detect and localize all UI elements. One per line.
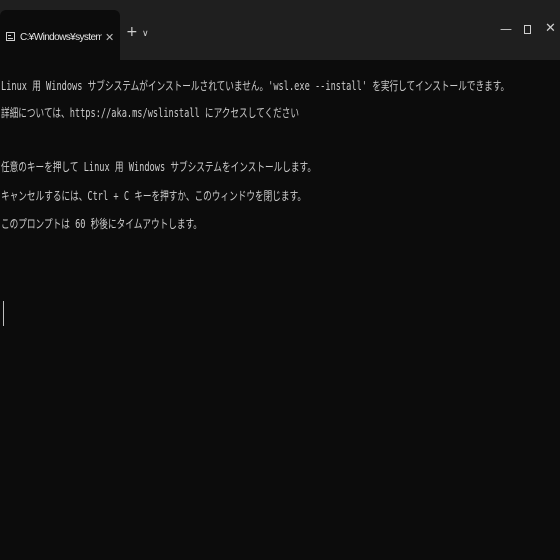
terminal-line: キャンセルするには、Ctrl + C キーを押すか、このウィンドウを閉じます。 — [1, 189, 306, 203]
minimize-button[interactable]: — — [500, 22, 512, 36]
new-tab-button[interactable]: + — [126, 25, 138, 39]
terminal-output[interactable]: Linux 用 Windows サブシステムがインストールされていません。'ws… — [0, 60, 560, 560]
terminal-window: C:¥Windows¥system32¥wsl.exe ✕ + ∨ — ✕ Li… — [0, 0, 560, 560]
chevron-down-icon[interactable]: ∨ — [142, 27, 149, 41]
tab-title: C:¥Windows¥system32¥wsl.exe — [20, 32, 102, 43]
terminal-line: Linux 用 Windows サブシステムがインストールされていません。'ws… — [1, 79, 510, 93]
terminal-line: 任意のキーを押して Linux 用 Windows サブシステムをインストールし… — [1, 160, 316, 174]
close-tab-icon[interactable]: ✕ — [105, 31, 114, 44]
terminal-line: このプロンプトは 60 秒後にタイムアウトします。 — [1, 217, 202, 231]
close-window-button[interactable]: ✕ — [545, 22, 556, 36]
maximize-button[interactable] — [524, 25, 531, 34]
terminal-icon — [6, 32, 15, 41]
title-bar: C:¥Windows¥system32¥wsl.exe ✕ + ∨ — ✕ — [0, 0, 560, 60]
text-cursor — [3, 301, 4, 326]
terminal-line: 詳細については、https://aka.ms/wslinstall にアクセスし… — [1, 106, 300, 120]
tab-wsl[interactable]: C:¥Windows¥system32¥wsl.exe ✕ — [0, 10, 120, 60]
